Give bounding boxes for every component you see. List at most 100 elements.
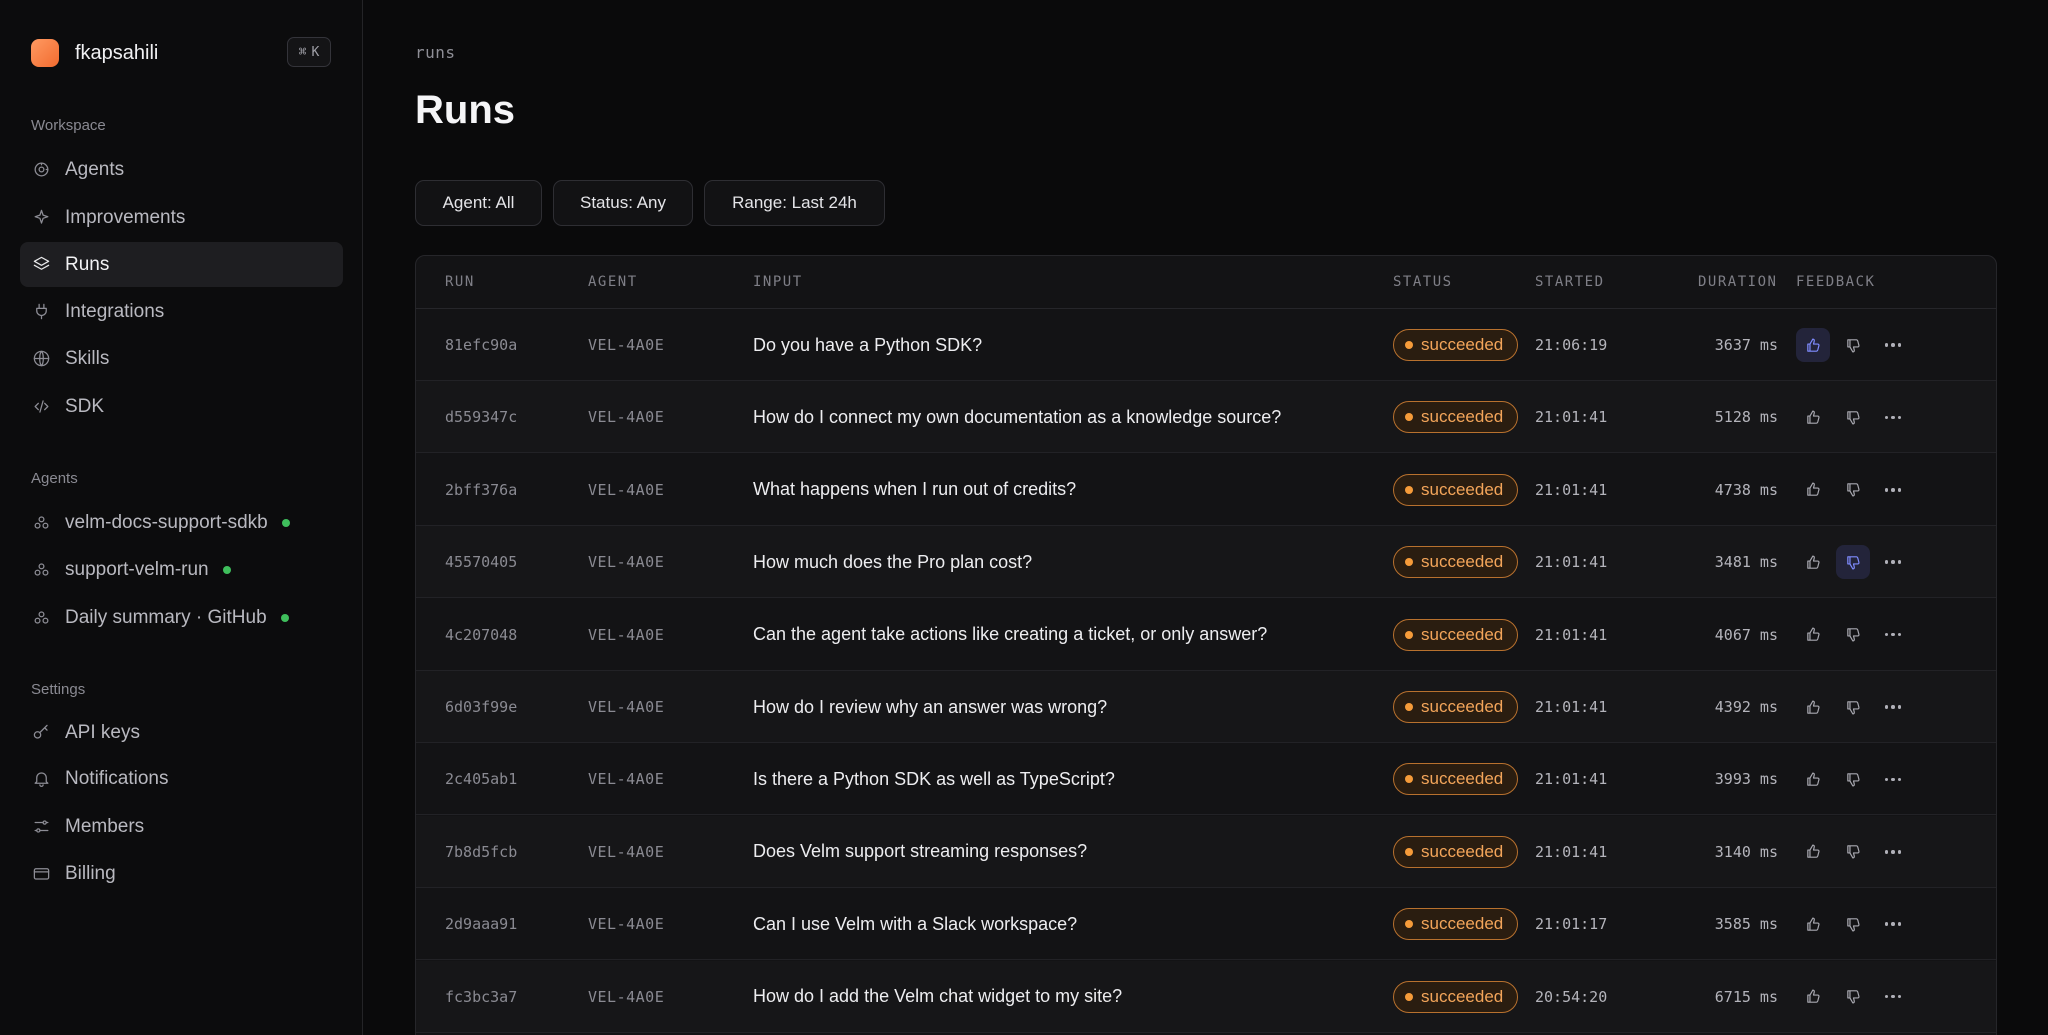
thumbs-up-icon[interactable]: [1796, 835, 1830, 869]
sidebar-item-label: SDK: [65, 395, 105, 417]
run-id[interactable]: d559347c: [445, 381, 517, 453]
feedback-cell: [1796, 381, 1910, 453]
more-options-icon[interactable]: [1876, 328, 1910, 362]
table-row[interactable]: 2d9aaa91 VEL-4A0E Can I use Velm with a Sl…: [416, 888, 1996, 961]
thumbs-up-icon[interactable]: [1796, 980, 1830, 1014]
thumbs-down-icon[interactable]: [1836, 762, 1870, 796]
sidebar-item-billing[interactable]: Billing: [20, 851, 343, 896]
more-options-icon[interactable]: [1876, 545, 1910, 579]
sidebar-item-api-keys[interactable]: API keys: [20, 710, 343, 755]
thumbs-up-icon[interactable]: [1796, 690, 1830, 724]
more-options-icon[interactable]: [1876, 762, 1910, 796]
status-badge: succeeded: [1393, 473, 1519, 506]
status-label: succeeded: [1421, 552, 1504, 572]
sidebar-item-runs[interactable]: Runs: [20, 242, 343, 287]
thumbs-up-icon[interactable]: [1796, 907, 1830, 941]
thumbs-down-icon[interactable]: [1836, 690, 1870, 724]
run-id[interactable]: 45570405: [445, 526, 517, 598]
thumbs-down-icon[interactable]: [1836, 473, 1870, 507]
agent-id: VEL-4A0E: [588, 553, 665, 572]
thumbs-down-icon[interactable]: [1836, 835, 1870, 869]
run-input: Do you have a Python SDK?: [753, 334, 983, 355]
status-cell: succeeded: [1393, 816, 1519, 888]
sidebar-item-support-velm-run[interactable]: support-velm-run: [20, 547, 343, 592]
table-row[interactable]: 4c207048 VEL-4A0E Can the agent take actio…: [416, 599, 1996, 671]
agent-id: VEL-4A0E: [588, 336, 665, 354]
thumbs-down-icon[interactable]: [1836, 400, 1870, 434]
command-palette-shortcut[interactable]: ⌘ K: [287, 37, 331, 67]
run-id[interactable]: 81efc90a: [445, 309, 517, 381]
range-filter-button[interactable]: Range: Last 24h: [704, 180, 885, 226]
thumbs-up-icon[interactable]: [1796, 618, 1830, 652]
status-dot: [1405, 992, 1413, 1001]
more-options-icon[interactable]: [1876, 690, 1910, 724]
table-row[interactable]: 7b8d5fcb VEL-4A0E Does Velm support stream…: [416, 815, 1996, 888]
more-options-icon[interactable]: [1876, 980, 1910, 1014]
agent-filter-button[interactable]: Agent: All: [415, 180, 542, 226]
run-id[interactable]: 2c405ab1: [445, 743, 517, 815]
plug-icon: [31, 302, 51, 322]
thumbs-down-icon[interactable]: [1836, 328, 1870, 362]
thumbs-up-icon[interactable]: [1796, 473, 1830, 507]
table-row[interactable]: fc3bc3a7 VEL-4A0E How do I add the Velm ch…: [416, 960, 1996, 1033]
status-filter-button[interactable]: Status: Any: [553, 180, 693, 226]
started-time: 21:01:41: [1535, 553, 1608, 572]
column-header-feedback: FEEDBACK: [1796, 274, 1876, 290]
sidebar-item-label: velm-docs-support-sdkb: [65, 511, 268, 533]
thumbs-down-icon[interactable]: [1836, 618, 1870, 652]
breadcrumb[interactable]: runs: [415, 43, 456, 62]
duration: 6715 ms: [1714, 987, 1778, 1006]
more-options-icon[interactable]: [1876, 907, 1910, 941]
run-id[interactable]: 7b8d5fcb: [445, 816, 517, 888]
status-badge: succeeded: [1393, 763, 1519, 796]
thumbs-up-icon[interactable]: [1796, 328, 1830, 362]
sidebar-item-integrations[interactable]: Integrations: [20, 289, 343, 334]
table-row[interactable]: 6d03f99e VEL-4A0E How do I review why an a…: [416, 671, 1996, 743]
sidebar-item-velm-docs-support-sdkb[interactable]: velm-docs-support-sdkb: [20, 500, 343, 545]
command-key-icon: ⌘: [298, 44, 307, 60]
sidebar: fkapsahili ⌘ K Workspace Agents Improveme…: [0, 0, 363, 1035]
workspace-switcher[interactable]: fkapsahili: [31, 38, 158, 68]
feedback-cell: [1796, 526, 1910, 598]
thumbs-down-icon[interactable]: [1836, 907, 1870, 941]
table-row[interactable]: 2c405ab1 VEL-4A0E Is there a Python SDK as…: [416, 743, 1996, 816]
table-row[interactable]: d559347c VEL-4A0E How do I connect my own …: [416, 381, 1996, 454]
column-header-status: STATUS: [1393, 274, 1453, 290]
table-row[interactable]: 2bff376a VEL-4A0E What happens when I run …: [416, 454, 1996, 526]
workspace-logo: [31, 39, 59, 67]
status-badge: succeeded: [1393, 691, 1519, 723]
status-label: succeeded: [1421, 479, 1504, 499]
table-row[interactable]: 81efc90a VEL-4A0E Do you have a Python SDK…: [416, 309, 1996, 381]
sidebar-item-improvements[interactable]: Improvements: [20, 195, 343, 240]
thumbs-down-icon[interactable]: [1836, 545, 1870, 580]
run-id[interactable]: fc3bc3a7: [445, 961, 517, 1033]
run-id[interactable]: 2bff376a: [445, 454, 517, 526]
sidebar-item-skills[interactable]: Skills: [20, 336, 343, 381]
sidebar-item-members[interactable]: Members: [20, 804, 343, 849]
page-title: Runs: [415, 88, 515, 132]
agent-id: VEL-4A0E: [588, 770, 665, 789]
section-label-agents: Agents: [31, 470, 78, 487]
table-row[interactable]: 45570405 VEL-4A0E How much does the Pro pl…: [416, 526, 1996, 599]
more-options-icon[interactable]: [1876, 473, 1910, 507]
thumbs-up-icon[interactable]: [1796, 400, 1830, 434]
run-id[interactable]: 4c207048: [445, 599, 517, 671]
duration: 3637 ms: [1714, 336, 1778, 354]
sidebar-item-agents[interactable]: Agents: [20, 147, 343, 192]
run-input: Is there a Python SDK as well as TypeScr…: [753, 768, 1115, 789]
run-id[interactable]: 2d9aaa91: [445, 888, 517, 960]
sidebar-item-notifications[interactable]: Notifications: [20, 756, 343, 801]
more-options-icon[interactable]: [1876, 618, 1910, 652]
thumbs-up-icon[interactable]: [1796, 762, 1830, 796]
sidebar-item-label: Members: [65, 815, 145, 837]
sidebar-item-sdk[interactable]: SDK: [20, 384, 343, 429]
thumbs-down-icon[interactable]: [1836, 980, 1870, 1014]
run-id[interactable]: 6d03f99e: [445, 671, 517, 743]
thumbs-up-icon[interactable]: [1796, 545, 1830, 579]
sidebar-item-daily-summary-github[interactable]: Daily summary · GitHub: [20, 595, 343, 640]
more-options-icon[interactable]: [1876, 400, 1910, 434]
duration: 4067 ms: [1714, 625, 1778, 644]
more-options-icon[interactable]: [1876, 835, 1910, 869]
section-label-settings: Settings: [31, 681, 86, 698]
status-badge: succeeded: [1393, 546, 1519, 579]
